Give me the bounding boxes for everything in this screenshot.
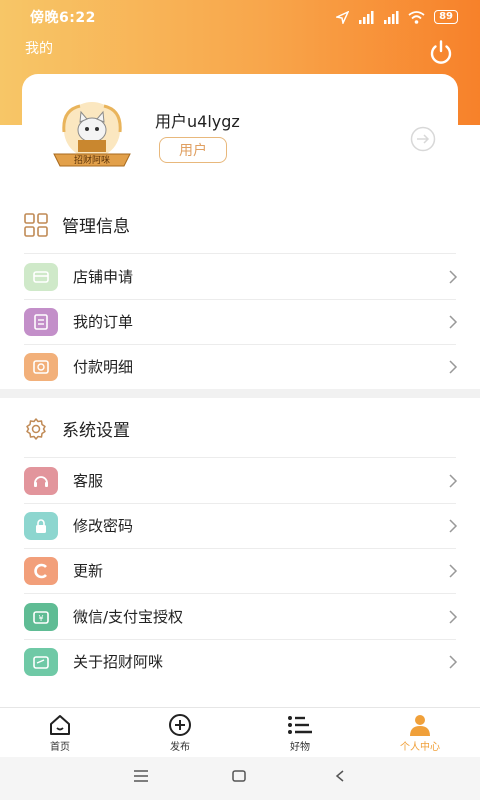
chevron-right-icon	[449, 473, 458, 488]
chevron-right-icon	[449, 359, 458, 374]
signal-2-icon	[384, 10, 399, 24]
signal-icon	[359, 10, 374, 24]
page-title: 我的	[25, 41, 53, 57]
role-badge: 用户	[159, 137, 227, 163]
chevron-right-icon	[449, 609, 458, 624]
profile-card[interactable]: 招财阿咪 用户u4lygz 用户	[22, 74, 458, 194]
menu-label: 店铺申请	[73, 268, 134, 286]
menu-label: 付款明细	[73, 358, 134, 376]
menu-label: 客服	[73, 472, 104, 490]
menu-label: 我的订单	[73, 313, 134, 331]
menu-item-store-application[interactable]: 店铺申请	[24, 254, 460, 299]
wifi-icon	[408, 10, 425, 24]
svg-text:¥: ¥	[38, 614, 43, 623]
plus-circle-icon	[169, 714, 191, 736]
section-title: 系统设置	[62, 421, 130, 441]
chevron-right-icon	[449, 269, 458, 284]
nav-item-goods[interactable]: 好物	[240, 708, 360, 757]
menu-item-update[interactable]: 更新	[24, 548, 460, 593]
payment-icon	[24, 352, 58, 381]
orders-icon	[24, 307, 58, 336]
status-time: 傍晚6:22	[30, 10, 96, 26]
menu-item-change-password[interactable]: 修改密码	[24, 503, 460, 548]
battery-indicator: 89	[434, 10, 458, 24]
nav-item-home[interactable]: 首页	[0, 708, 120, 757]
headset-icon	[24, 466, 58, 495]
section-separator	[0, 389, 480, 398]
lock-icon	[24, 511, 58, 540]
nav-item-publish[interactable]: 发布	[120, 708, 240, 757]
avatar: 招财阿咪	[53, 102, 131, 167]
section-header-management: 管理信息	[24, 212, 130, 237]
power-icon[interactable]	[427, 38, 455, 66]
system-navigation-bar	[0, 757, 480, 800]
menu-label: 更新	[73, 562, 104, 580]
svg-text:招财阿咪: 招财阿咪	[74, 154, 110, 166]
chevron-right-icon	[449, 518, 458, 533]
nav-label: 首页	[50, 742, 70, 753]
menu-item-payment-details[interactable]: 付款明细	[24, 344, 460, 389]
menu-label: 修改密码	[73, 517, 134, 535]
gear-icon	[26, 417, 46, 440]
menu-item-wechat-alipay-auth[interactable]: ¥ 微信/支付宝授权	[24, 594, 460, 639]
menu-item-about[interactable]: 关于招财阿咪	[24, 639, 460, 684]
location-icon	[336, 10, 350, 24]
status-icons: 89	[336, 10, 458, 24]
update-icon	[24, 556, 58, 585]
store-icon	[24, 262, 58, 291]
section-header-settings: 系统设置	[24, 416, 130, 441]
chevron-right-icon	[449, 654, 458, 669]
home-square-icon[interactable]	[232, 770, 246, 782]
menu-item-customer-service[interactable]: 客服	[24, 458, 460, 503]
nav-item-profile[interactable]: 个人中心	[360, 708, 480, 757]
nav-label: 发布	[170, 742, 190, 753]
menu-label: 微信/支付宝授权	[73, 608, 184, 626]
status-bar: 傍晚6:22 89	[0, 0, 480, 34]
card-icon	[24, 647, 58, 676]
section-title: 管理信息	[62, 217, 130, 237]
menu-item-my-orders[interactable]: 我的订单	[24, 299, 460, 344]
nav-label: 个人中心	[400, 742, 440, 753]
arrow-right-circle-icon[interactable]	[410, 126, 436, 152]
bottom-nav: 首页 发布 好物 个人中心	[0, 707, 480, 757]
username: 用户u4lygz	[155, 112, 240, 131]
wallet-icon: ¥	[24, 602, 58, 631]
list-icon	[288, 716, 312, 734]
home-icon	[50, 715, 70, 735]
menu-label: 关于招财阿咪	[73, 653, 164, 671]
menu-icon[interactable]	[133, 770, 149, 782]
person-icon	[410, 715, 430, 736]
nav-label: 好物	[290, 742, 310, 753]
grid-icon	[24, 212, 48, 237]
chevron-right-icon	[449, 314, 458, 329]
chevron-right-icon	[449, 563, 458, 578]
back-icon[interactable]	[335, 770, 345, 782]
